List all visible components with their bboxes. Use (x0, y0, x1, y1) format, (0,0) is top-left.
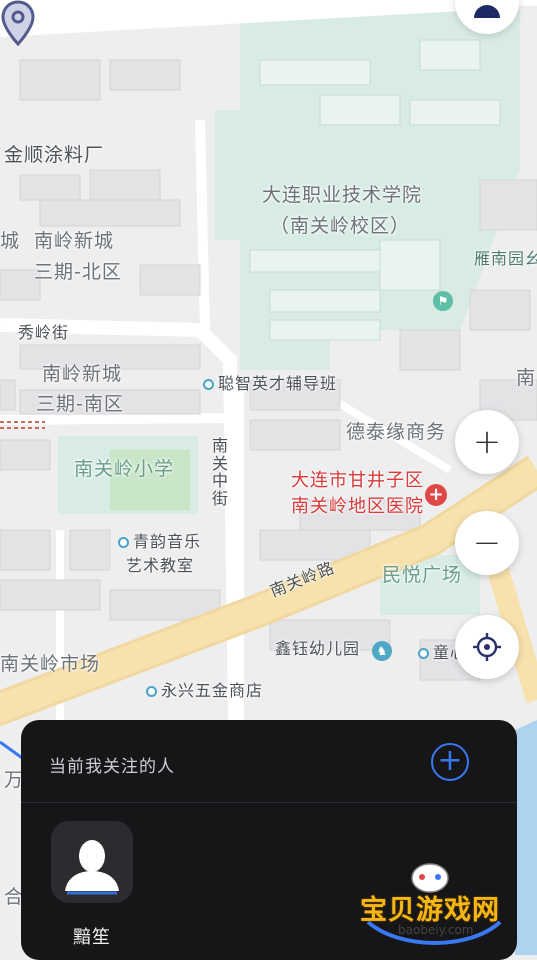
map-label-nanling-south-2: 三期-南区 (36, 393, 124, 415)
poi-dot-icon (146, 686, 157, 697)
contact-avatar[interactable] (51, 821, 133, 903)
map-label-nanling-north-1: 南岭新城 (34, 230, 115, 252)
map-label-minyue: 民悦广场 (382, 564, 463, 586)
plus-icon: + (472, 422, 502, 462)
map-poi-congzhi[interactable]: 聪智英才辅导班 (203, 375, 337, 393)
add-follow-button[interactable]: + (431, 743, 469, 781)
watermark-text: 宝贝游戏网 (360, 895, 500, 926)
panel-title: 当前我关注的人 (49, 757, 175, 777)
map-label-hospital-1: 大连市甘井子区 (291, 470, 424, 491)
zoom-in-button[interactable]: + (455, 410, 519, 474)
map-label-hospital-2: 南关岭地区医院 (291, 496, 424, 517)
map-poi-qingyun[interactable]: 青韵音乐 (118, 533, 201, 551)
map-label-zhongjie: 南关中街 (212, 436, 230, 508)
map-label-market: 南关岭市场 (0, 653, 101, 675)
map-label-cheng: 城 (0, 230, 21, 252)
poi-dot-icon (203, 379, 214, 390)
map-label-nan-edge: 南 (516, 367, 537, 389)
map-label-detai: 德泰缘商务 (346, 421, 447, 443)
map-label-xinyu: 鑫钰幼儿园 (275, 639, 361, 658)
map-label-yannan: 雁南园幺 (474, 249, 537, 268)
poi-dot-icon (418, 648, 429, 659)
map-label-college: 大连职业技术学院 (262, 184, 423, 206)
kindergarten-icon[interactable]: ♞ (372, 641, 392, 661)
panel-divider (21, 802, 517, 803)
poi-dot-icon (118, 537, 129, 548)
zoom-out-button[interactable]: − (455, 511, 519, 575)
map-label-college-campus: （南关岭校区） (270, 215, 411, 237)
bus-stop-icon: ⚑ (433, 291, 453, 311)
watermark-logo: 宝贝游戏网 baobeiy.com (360, 860, 510, 950)
hospital-icon[interactable]: + (425, 484, 447, 506)
map-label-jinshun: 金顺涂料厂 (4, 144, 105, 166)
plus-icon: + (437, 742, 463, 778)
minus-icon: − (472, 523, 502, 563)
map-poi-yongxing[interactable]: 永兴五金商店 (146, 682, 263, 700)
crosshair-icon (473, 633, 501, 661)
location-pin-icon[interactable] (0, 0, 36, 46)
profile-icon (474, 5, 500, 18)
watermark-url: baobeiy.com (398, 923, 474, 937)
map-label-nanling-north-2: 三期-北区 (34, 261, 122, 283)
contact-name[interactable]: 黯笙 (73, 923, 111, 949)
map-label-nanguan-school: 南关岭小学 (74, 458, 175, 480)
map-label-xiuling: 秀岭街 (18, 323, 70, 342)
person-icon (65, 840, 119, 895)
map-label-nanling-south-1: 南岭新城 (42, 363, 123, 385)
locate-me-button[interactable] (455, 615, 519, 679)
map-label-qingyun-2: 艺术教室 (126, 556, 195, 575)
